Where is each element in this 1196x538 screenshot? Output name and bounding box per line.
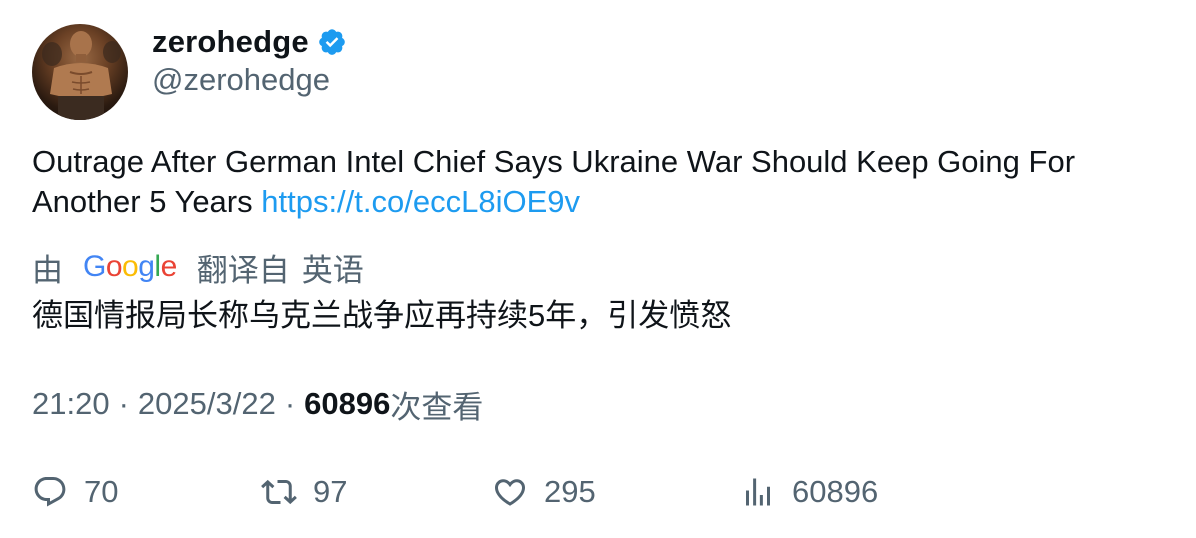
reply-button[interactable]: 70 [32,470,118,514]
translated-from-label: 翻译自 [196,252,290,288]
retweet-count: 97 [313,474,348,509]
translated-text: 德国情报局长称乌克兰战争应再持续5年，引发愤怒 [32,298,732,333]
meta-separator: · [284,386,296,421]
retweet-icon [261,479,297,505]
reply-icon [34,477,66,507]
views-action-count: 60896 [792,474,879,509]
tweet-card: zerohedge @zerohedge Outrage After Germa… [0,0,1196,538]
like-button[interactable]: 295 [492,470,596,514]
views-count: 60896 [304,386,391,421]
avatar[interactable] [32,24,128,120]
author-name-row: zerohedge [152,22,347,62]
translated-by-label: 由 [32,252,63,288]
views-button[interactable]: 60896 [740,470,878,514]
tweet-date[interactable]: 2025/3/22 [138,386,276,422]
meta-separator: · [118,386,129,421]
translation-attribution: 由 Google 翻译自 英语 [32,246,364,288]
tweet-link[interactable]: https://t.co/eccL8iOE9v [261,184,580,219]
action-bar: 70 97 295 60896 [32,470,1132,514]
reply-count: 70 [84,474,119,509]
like-icon [494,479,526,506]
google-logo: Google [83,250,177,283]
display-name[interactable]: zerohedge [152,24,309,60]
like-count: 295 [544,474,596,509]
views-label: 次查看 [390,389,484,425]
verified-badge-icon [317,27,347,57]
tweet-meta: 21:20 · 2025/3/22 · 60896 次查看 [32,384,484,425]
views-icon [746,478,770,506]
tweet-time[interactable]: 21:20 [32,386,110,422]
tweet-text: Outrage After German Intel Chief Says Uk… [32,142,1152,222]
retweet-button[interactable]: 97 [261,470,347,514]
author-handle[interactable]: @zerohedge [152,62,330,98]
source-language: 英语 [301,252,364,288]
